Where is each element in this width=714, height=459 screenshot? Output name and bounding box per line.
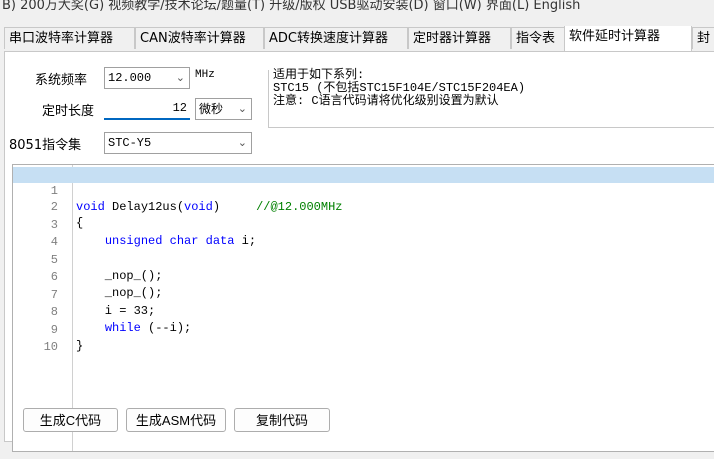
- notes-box: 适用于如下系列: STC15 (不包括STC15F104E/STC15F204E…: [268, 69, 714, 128]
- chevron-down-icon: ⌄: [237, 102, 247, 115]
- delay-unit-value: 微秒: [199, 102, 224, 116]
- code-line: 9 }: [13, 306, 714, 353]
- code-line: 7 i = 33;: [13, 271, 714, 318]
- chevron-down-icon: ⌄: [237, 136, 247, 149]
- code-line: 2 {: [13, 183, 714, 230]
- menu-bar: B) 200万大奖(G) 视频教学/技术论坛/题量(T) 升级/版权 USB驱动…: [0, 0, 714, 22]
- delay-length-label: 定时长度: [42, 104, 95, 119]
- tab-uart-baud[interactable]: 串口波特率计算器: [4, 27, 135, 49]
- tab-adc-speed[interactable]: ADC转换速度计算器: [264, 27, 408, 49]
- code-line: 8 while (--i);: [13, 288, 714, 335]
- line-number: 10: [43, 340, 58, 354]
- tab-can-baud[interactable]: CAN波特率计算器: [135, 27, 264, 49]
- tab-software-delay[interactable]: 软件延时计算器: [564, 26, 692, 51]
- freq-value: 12.000: [108, 71, 152, 85]
- code-text: }: [76, 339, 84, 353]
- chevron-down-icon: ⌄: [175, 71, 185, 84]
- isa-label: 8051指令集: [9, 138, 82, 153]
- isa-value: STC-Y5: [108, 136, 152, 150]
- menu-items[interactable]: B) 200万大奖(G) 视频教学/技术论坛/题量(T) 升级/版权 USB驱动…: [2, 0, 580, 13]
- generate-c-code-button[interactable]: 生成C代码: [23, 408, 118, 432]
- delay-unit-select[interactable]: 微秒 ⌄: [195, 98, 252, 120]
- tab-instruction-table[interactable]: 指令表: [511, 27, 568, 49]
- code-line: 5 _nop_();: [13, 236, 714, 283]
- tab-timer-calc[interactable]: 定时器计算器: [408, 27, 511, 49]
- code-line: 6 _nop_();: [13, 253, 714, 300]
- note-line-3: 注意: C语言代码请将优化级别设置为默认: [273, 94, 499, 108]
- code-line: 1 void Delay12us(void) //@12.000MHz: [13, 167, 714, 214]
- freq-label: 系统频率: [35, 73, 88, 88]
- tab-more[interactable]: 封: [692, 27, 714, 49]
- code-line: 10: [13, 323, 714, 354]
- tab-strip: 串口波特率计算器 CAN波特率计算器 ADC转换速度计算器 定时器计算器 指令表…: [0, 26, 714, 52]
- code-line: 3 unsigned char data i;: [13, 201, 714, 248]
- freq-select[interactable]: 12.000 ⌄: [104, 67, 190, 89]
- copy-code-button[interactable]: 复制代码: [234, 408, 330, 432]
- code-line: 4: [13, 218, 714, 249]
- generate-asm-code-button[interactable]: 生成ASM代码: [126, 408, 226, 432]
- delay-length-input[interactable]: 12: [104, 98, 190, 120]
- freq-unit: MHz: [195, 69, 215, 81]
- delay-calculator-panel: 系统频率 12.000 ⌄ MHz 定时长度 12 微秒 ⌄ 8051指令集 S…: [4, 51, 714, 452]
- isa-select[interactable]: STC-Y5 ⌄: [104, 132, 252, 154]
